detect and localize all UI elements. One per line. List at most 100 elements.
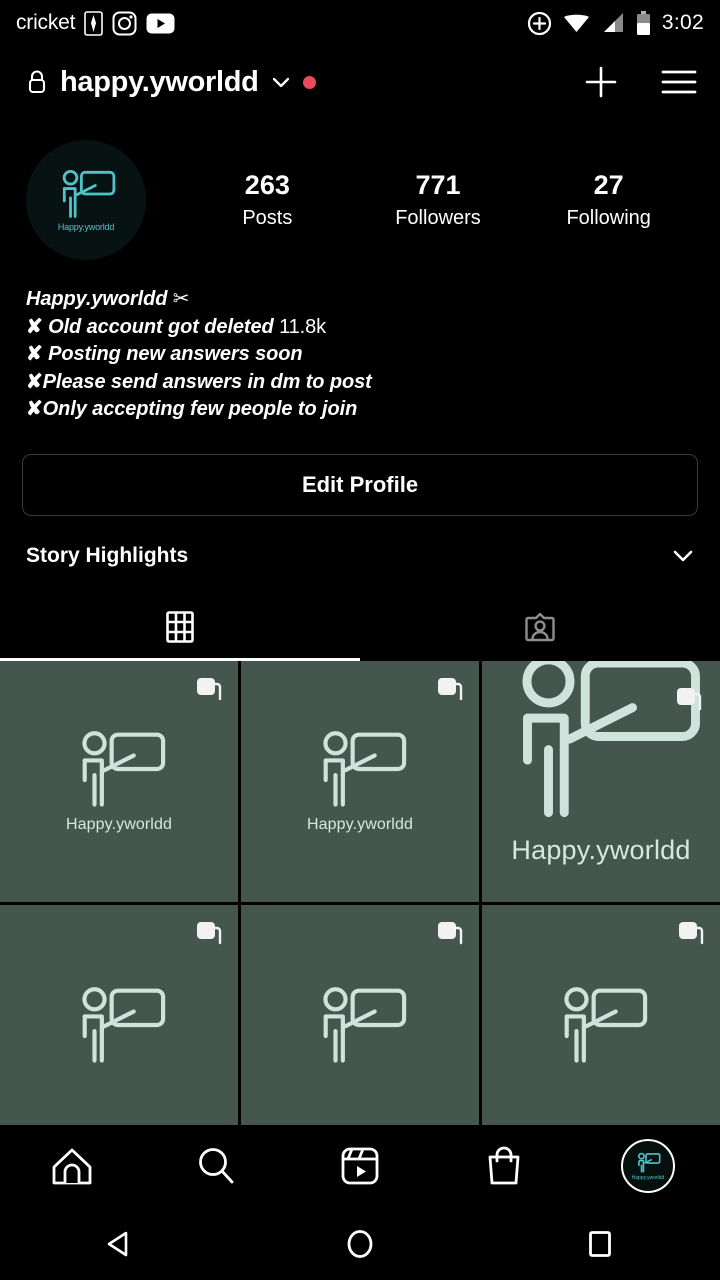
carousel-indicator-icon [438, 921, 463, 945]
home-icon [52, 1148, 92, 1185]
carousel-indicator-icon [197, 677, 222, 701]
phone-screen: cricket 3:02 happy.yworldd Happy.yworldd… [0, 0, 720, 1280]
teacher-avatar-icon [62, 169, 116, 218]
recents-button[interactable] [480, 1228, 720, 1260]
bio-x-mark: ✘ [26, 370, 43, 393]
bio-line: ✘ Old account got deleted 11.8k [26, 314, 694, 342]
carousel-indicator-icon [438, 677, 463, 701]
nav-shop[interactable] [432, 1144, 576, 1188]
stat-following-count: 27 [593, 170, 624, 201]
stat-posts[interactable]: 263 Posts [182, 170, 353, 230]
circle-home-icon [347, 1229, 373, 1258]
post-label: Happy.yworldd [66, 816, 172, 834]
post-grid: Happy.yworldd Happy.yworldd Happy.yworld… [0, 660, 720, 1146]
carousel-indicator-icon [197, 921, 222, 945]
nav-avatar-label: Happy.yworldd [631, 1174, 665, 1181]
post-thumbnail[interactable] [482, 904, 720, 1146]
edit-profile-wrap: Edit Profile [0, 424, 720, 516]
post-thumbnail[interactable]: Happy.yworldd [0, 660, 238, 902]
status-bar-left: cricket [16, 10, 175, 36]
nav-search[interactable] [144, 1145, 288, 1187]
username-switcher[interactable]: happy.yworldd [26, 66, 316, 99]
home-button[interactable] [240, 1227, 480, 1261]
bio-line: ✘Only accepting few people to join [26, 396, 694, 424]
shopping-bag-icon [488, 1146, 520, 1185]
tab-grid[interactable] [0, 596, 360, 658]
bio-x-mark: ✘ [26, 343, 43, 366]
square-recents-icon [589, 1230, 611, 1257]
notification-dot [302, 75, 316, 89]
teacher-post-icon [82, 731, 166, 808]
bio-x-mark: ✘ [26, 315, 43, 338]
bottom-navigation: Happy.yworldd [0, 1125, 720, 1207]
post-thumbnail[interactable] [241, 904, 479, 1146]
nav-profile[interactable]: Happy.yworldd [576, 1139, 720, 1193]
stat-posts-count: 263 [244, 170, 290, 201]
bio-x-mark: ✘ [26, 398, 43, 421]
chevron-down-icon[interactable] [670, 547, 696, 565]
bio-text: Only accepting few people to join [42, 398, 358, 421]
tagged-person-icon [525, 612, 555, 642]
post-thumbnail[interactable]: Happy.yworldd [241, 660, 479, 902]
search-icon [199, 1148, 234, 1184]
post-thumbnail[interactable]: Happy.yworldd [482, 660, 720, 902]
nav-home[interactable] [0, 1145, 144, 1187]
bio-block: Happy.yworldd ✂ ✘ Old account got deleted… [0, 260, 720, 424]
grid-icon [166, 611, 194, 643]
triangle-back-icon [107, 1231, 128, 1256]
stat-followers[interactable]: 771 Followers [353, 170, 524, 230]
bio-suffix: 11.8k [279, 315, 327, 338]
profile-stats: 263 Posts 771 Followers 27 Following [182, 170, 694, 230]
teacher-post-icon [323, 987, 407, 1064]
avatar[interactable]: Happy.yworldd [26, 140, 146, 260]
carousel-indicator-icon [677, 687, 702, 711]
username-label: happy.yworldd [60, 65, 259, 98]
carousel-indicator-icon [679, 921, 704, 945]
stat-following-label: Following [566, 206, 651, 229]
post-label: Happy.yworldd [307, 816, 413, 834]
bio-text: Happy.yworldd [26, 288, 173, 310]
carrier-label: cricket [16, 11, 76, 34]
post-thumbnail[interactable] [0, 904, 238, 1146]
stat-posts-label: Posts [242, 206, 293, 229]
app-header: happy.yworldd [0, 46, 720, 118]
chevron-down-icon [272, 77, 289, 88]
status-bar: cricket 3:02 [0, 0, 720, 46]
status-bar-right: 3:02 [527, 10, 704, 36]
reels-icon [341, 1147, 379, 1185]
story-highlights-title: Story Highlights [26, 543, 189, 567]
teacher-post-icon [323, 731, 407, 808]
clock-label: 3:02 [661, 11, 704, 34]
nba-icon [84, 10, 104, 36]
data-saver-icon [527, 11, 552, 35]
bio-text: Please send answers in dm to post [42, 370, 372, 393]
nav-reels[interactable] [288, 1145, 432, 1187]
edit-profile-button[interactable]: Edit Profile [22, 453, 698, 516]
avatar-label: Happy.yworldd [57, 222, 115, 232]
bio-line: ✘ Posting new answers soon [26, 341, 694, 369]
stat-following[interactable]: 27 Following [523, 170, 694, 230]
teacher-post-icon [82, 987, 166, 1064]
cellular-signal-icon [603, 13, 623, 32]
lock-icon [28, 70, 46, 94]
bio-suffix: ✂ [172, 288, 190, 310]
wifi-icon [563, 14, 589, 32]
hamburger-menu-icon[interactable] [660, 67, 698, 97]
profile-avatar-icon: Happy.yworldd [621, 1139, 675, 1193]
stat-followers-count: 771 [415, 170, 461, 201]
bio-line: ✘Please send answers in dm to post [26, 369, 694, 397]
app-header-actions [582, 63, 698, 101]
back-button[interactable] [0, 1226, 240, 1262]
tab-tagged[interactable] [360, 596, 720, 658]
bio-text: Posting new answers soon [42, 343, 303, 366]
profile-summary: Happy.yworldd 263 Posts 771 Followers 27… [0, 118, 720, 260]
profile-tabs [0, 596, 720, 658]
battery-icon [636, 10, 650, 35]
teacher-avatar-icon [638, 1152, 661, 1172]
bio-line: Happy.yworldd ✂ [26, 286, 694, 314]
bio-text: Old account got deleted [42, 315, 280, 338]
story-highlights-row[interactable]: Story Highlights [0, 516, 720, 568]
instagram-icon [112, 11, 137, 35]
plus-icon[interactable] [582, 63, 620, 101]
post-label: Happy.yworldd [511, 834, 691, 865]
